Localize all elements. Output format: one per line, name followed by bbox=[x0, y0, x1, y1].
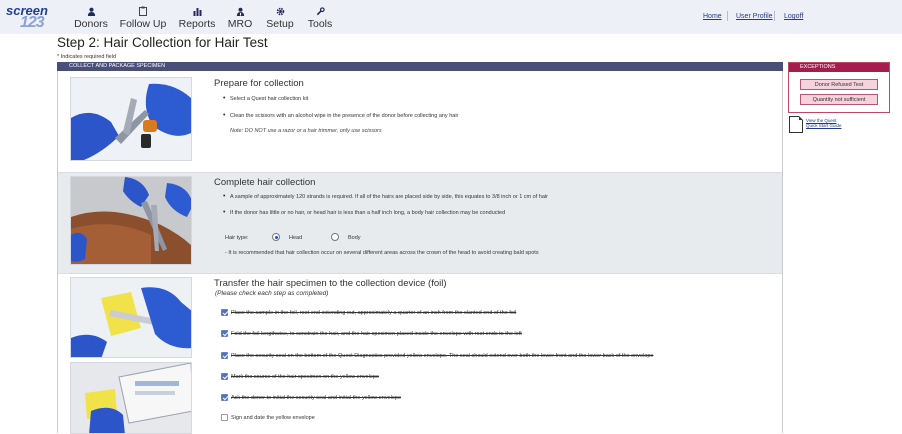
nav-follow-up-label: Follow Up bbox=[119, 18, 167, 30]
step-checkbox[interactable] bbox=[221, 373, 228, 380]
step-checkbox[interactable] bbox=[221, 330, 228, 337]
page-title: Step 2: Hair Collection for Hair Test bbox=[57, 35, 268, 50]
step-checkbox[interactable] bbox=[221, 414, 228, 421]
link-divider bbox=[774, 11, 775, 21]
pdf-document-icon bbox=[789, 116, 803, 133]
step-checkbox[interactable] bbox=[221, 352, 228, 359]
envelope-labeling-photo bbox=[70, 362, 192, 434]
prepare-section-title: Prepare for collection bbox=[214, 78, 304, 89]
quantity-not-sufficient-button[interactable]: Quantity not sufficient bbox=[800, 94, 878, 105]
transfer-step: Place the sample in the foil, root end e… bbox=[231, 310, 517, 316]
transfer-subtitle: (Please check each step as completed) bbox=[215, 290, 329, 297]
nav-tools-label: Tools bbox=[307, 18, 333, 30]
exceptions-box: EXCEPTIONS Donor Refused Test Quantity n… bbox=[788, 62, 890, 113]
step-checkbox[interactable] bbox=[221, 309, 228, 316]
prepare-note: Note: DO NOT use a razor or a hair trimm… bbox=[230, 128, 382, 134]
transfer-section-title: Transfer the hair specimen to the collec… bbox=[214, 278, 447, 289]
scissors-cleaning-photo bbox=[70, 77, 192, 161]
prepare-bullet: Select a Quest hair collection kit bbox=[223, 95, 308, 102]
transfer-step: Mark the source of the hair specimen on … bbox=[231, 374, 379, 380]
link-divider bbox=[727, 11, 728, 21]
user-profile-link[interactable]: User Profile bbox=[736, 13, 773, 20]
foil-placement-photo bbox=[70, 277, 192, 358]
clipboard-icon bbox=[138, 6, 148, 16]
nav-donors-label: Donors bbox=[74, 18, 108, 30]
transfer-step: Place the security seal on the bottom of… bbox=[231, 353, 654, 359]
donor-refused-test-button[interactable]: Donor Refused Test bbox=[800, 79, 878, 90]
complete-bullet: If the donor has little or no hair, or h… bbox=[223, 209, 505, 216]
panel-header: COLLECT AND PACKAGE SPECIMEN bbox=[57, 62, 783, 71]
required-field-note: * Indicates required field bbox=[57, 54, 117, 60]
nav-setup-label: Setup bbox=[266, 18, 294, 30]
hair-type-body-label: Body bbox=[348, 235, 361, 241]
transfer-step: Sign and date the yellow envelope bbox=[231, 415, 315, 421]
screen123-logo[interactable]: screen 123 bbox=[6, 3, 60, 31]
home-link[interactable]: Home bbox=[703, 13, 722, 20]
complete-section-title: Complete hair collection bbox=[214, 177, 316, 188]
bar-chart-icon bbox=[192, 6, 202, 16]
nav-reports-label: Reports bbox=[178, 18, 216, 30]
guide-link-line2: Quick Start Guide bbox=[806, 123, 842, 128]
transfer-step: Fold the foil lengthwise, to constrain t… bbox=[231, 331, 522, 337]
exceptions-header: EXCEPTIONS bbox=[789, 63, 889, 72]
nav-tools[interactable]: Tools bbox=[308, 0, 332, 34]
logoff-link[interactable]: Logoff bbox=[784, 13, 803, 20]
wrench-icon bbox=[315, 6, 325, 16]
nav-setup[interactable]: Setup bbox=[266, 0, 294, 34]
logo-text-bottom: 123 bbox=[20, 14, 45, 31]
person-icon bbox=[86, 6, 96, 16]
nav-reports[interactable]: Reports bbox=[178, 0, 216, 34]
hair-type-head-radio[interactable] bbox=[272, 233, 280, 241]
gear-icon bbox=[275, 6, 285, 16]
step-checkbox[interactable] bbox=[221, 394, 228, 401]
complete-bullet: A sample of approximately 120 strands is… bbox=[223, 193, 548, 200]
nav-follow-up[interactable]: Follow Up bbox=[119, 0, 167, 34]
hair-type-label: Hair type: bbox=[225, 235, 249, 241]
prepare-section: Prepare for collection Select a Quest ha… bbox=[58, 71, 782, 172]
complete-section: Complete hair collection A sample of app… bbox=[58, 172, 782, 273]
top-navigation-bar: screen 123 Donors Follow Up Reports MRO … bbox=[0, 0, 902, 34]
transfer-step: Ask the donor to initial the security se… bbox=[231, 395, 401, 401]
hair-cutting-photo bbox=[70, 176, 192, 265]
specimen-panel: Prepare for collection Select a Quest ha… bbox=[57, 71, 783, 434]
doctor-icon bbox=[235, 6, 245, 16]
prepare-bullet: Clean the scissors with an alcohol wipe … bbox=[223, 112, 458, 119]
hair-type-body-radio[interactable] bbox=[331, 233, 339, 241]
nav-donors[interactable]: Donors bbox=[74, 0, 108, 34]
quick-start-guide-link[interactable]: View the Quest Quick Start Guide bbox=[806, 118, 842, 128]
quick-start-guide[interactable]: View the Quest Quick Start Guide bbox=[789, 116, 889, 136]
nav-mro[interactable]: MRO bbox=[228, 0, 252, 34]
transfer-section: Transfer the hair specimen to the collec… bbox=[58, 273, 782, 434]
nav-mro-label: MRO bbox=[227, 18, 253, 30]
hair-type-head-label: Head bbox=[289, 235, 303, 241]
collection-recommendation: - It is recommended that hair collection… bbox=[225, 250, 539, 256]
